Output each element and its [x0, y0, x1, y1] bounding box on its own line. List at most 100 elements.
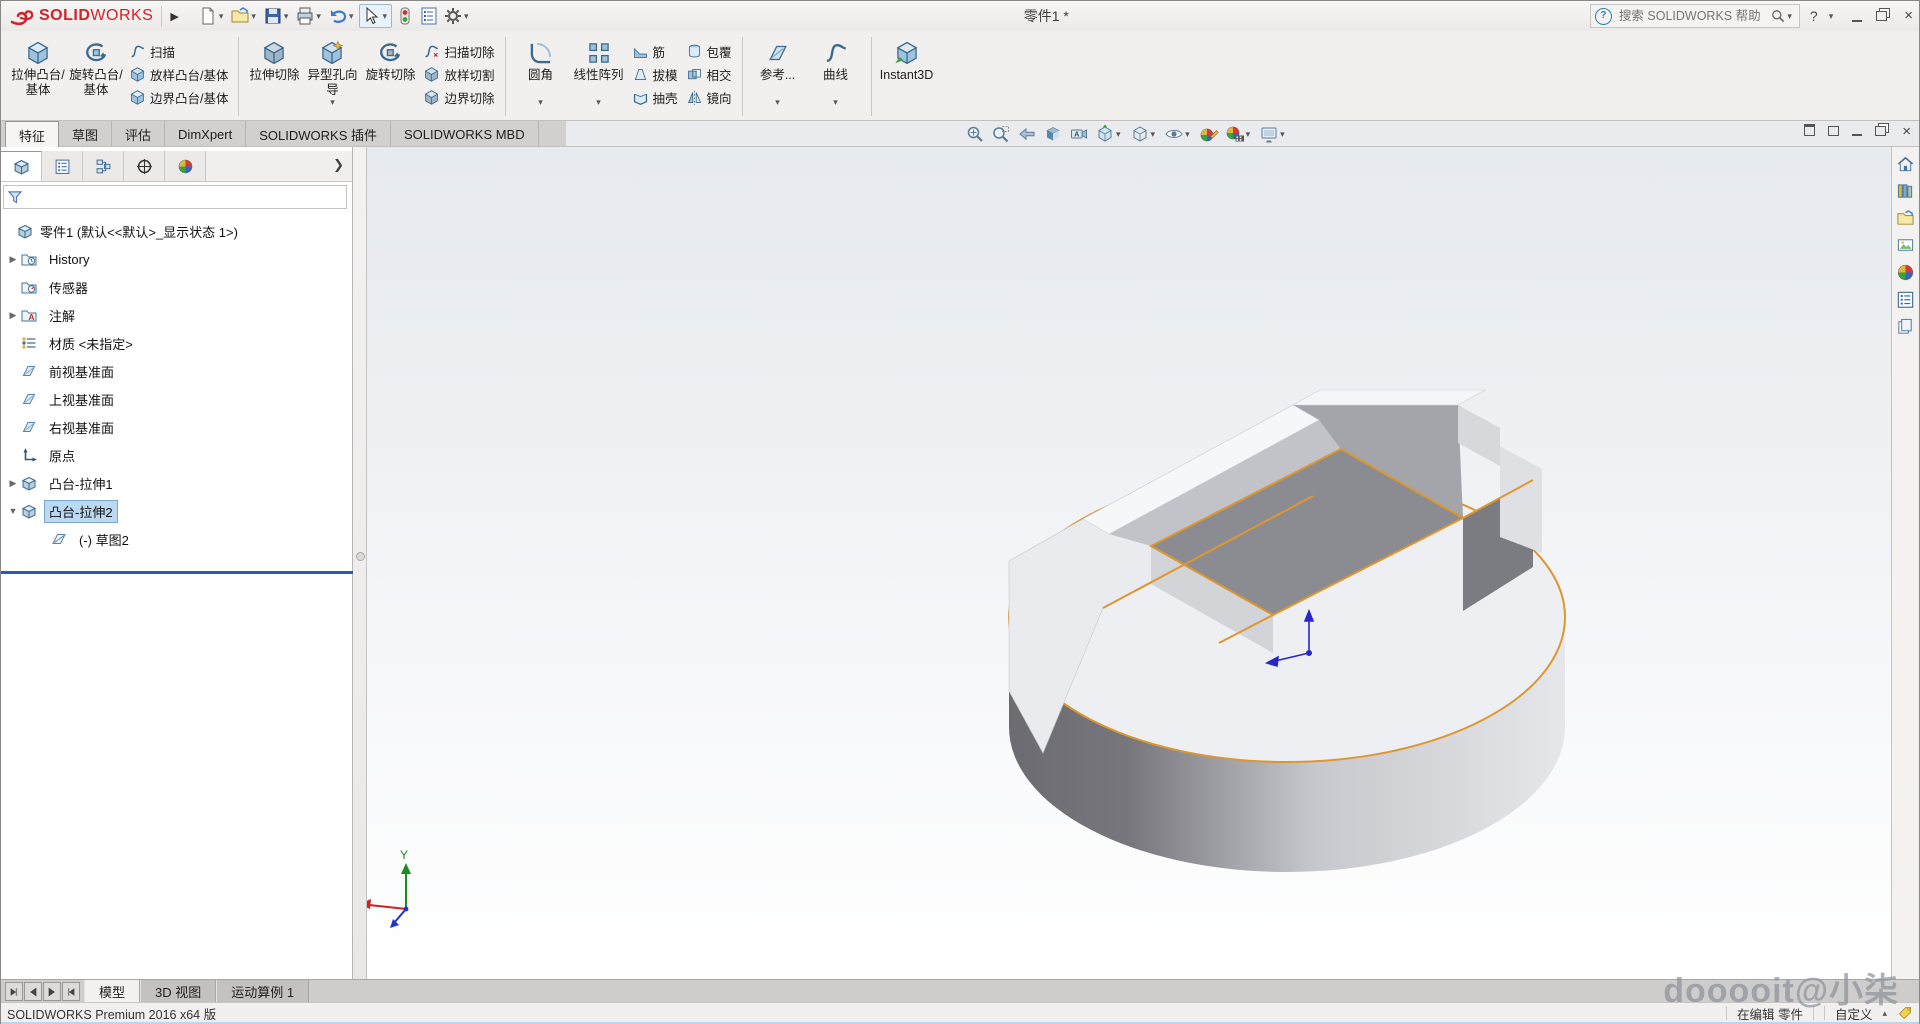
- tab-DimXpert[interactable]: DimXpert: [165, 121, 246, 147]
- hole-wizard-button[interactable]: 异型孔向导 ▾: [303, 36, 361, 108]
- tab-nav-last-button[interactable]: [62, 982, 80, 1001]
- help-dropdown[interactable]: ▾: [1829, 11, 1834, 22]
- mirror-button[interactable]: 镜向: [682, 86, 736, 108]
- curves-dropdown-arrow[interactable]: ▾: [833, 98, 838, 108]
- document-tab-模型[interactable]: 模型: [84, 980, 140, 1003]
- zoom-to-fit-button[interactable]: [963, 123, 987, 145]
- display-style-dropdown-arrow[interactable]: ▾: [1151, 129, 1156, 140]
- open-document-button[interactable]: ▾: [229, 4, 260, 28]
- featuremanager-tab[interactable]: [1, 151, 42, 181]
- configurationmanager-tab[interactable]: [83, 151, 124, 181]
- fillet-button[interactable]: 圆角 ▾: [512, 36, 570, 108]
- dynamic-annotation-views-button[interactable]: A: [1067, 123, 1091, 145]
- forum-tab[interactable]: [1894, 315, 1918, 337]
- hide-show-items-dropdown-arrow[interactable]: ▾: [1185, 129, 1190, 140]
- rebuild-button[interactable]: [394, 4, 416, 28]
- instant3d-button[interactable]: Instant3D: [878, 36, 936, 108]
- intersect-button[interactable]: 相交: [682, 63, 736, 85]
- panel-expand-arrow[interactable]: ❯: [333, 157, 344, 173]
- splitter-handle[interactable]: [356, 552, 365, 561]
- appearances-scenes-tab[interactable]: [1894, 261, 1918, 283]
- select-dropdown-arrow[interactable]: ▾: [382, 11, 387, 22]
- linear-pattern-dropdown-arrow[interactable]: ▾: [596, 98, 601, 108]
- options-dropdown-arrow[interactable]: ▾: [464, 11, 469, 22]
- tab-草图[interactable]: 草图: [59, 121, 112, 147]
- custom-properties-tab[interactable]: [1894, 288, 1918, 310]
- boss-right-step-face-2[interactable]: [1500, 446, 1542, 553]
- hole-wizard-dropdown-arrow[interactable]: ▾: [330, 98, 335, 108]
- shell-button[interactable]: 抽壳: [628, 86, 682, 108]
- tab-评估[interactable]: 评估: [112, 121, 165, 147]
- view-orientation-dropdown-arrow[interactable]: ▾: [1116, 129, 1121, 140]
- open-document-dropdown-arrow[interactable]: ▾: [251, 11, 256, 22]
- save-dropdown-arrow[interactable]: ▾: [284, 11, 289, 22]
- new-document-button[interactable]: ▾: [197, 4, 228, 28]
- tree-expand-arrow[interactable]: ▼: [5, 506, 21, 516]
- file-properties-button[interactable]: [418, 4, 440, 28]
- swept-cut-button[interactable]: 扫描切除: [419, 40, 498, 62]
- tile-window-icon[interactable]: [1804, 124, 1815, 139]
- print-dropdown-arrow[interactable]: ▾: [316, 11, 321, 22]
- undo-dropdown-arrow[interactable]: ▾: [349, 11, 354, 22]
- apply-scene-button[interactable]: ▾: [1223, 123, 1256, 145]
- apply-scene-dropdown-arrow[interactable]: ▾: [1246, 129, 1251, 140]
- tree-item-前视基准面[interactable]: 前视基准面: [1, 357, 352, 385]
- tab-SOLIDWORKS 插件[interactable]: SOLIDWORKS 插件: [246, 121, 391, 147]
- edit-appearance-button[interactable]: [1197, 123, 1221, 145]
- select-button[interactable]: ▾: [359, 4, 392, 28]
- close-document-icon[interactable]: ×: [1902, 124, 1911, 139]
- tree-item-注解[interactable]: ▶ A 注解: [1, 301, 352, 329]
- tree-item-上视基准面[interactable]: 上视基准面: [1, 385, 352, 413]
- previous-view-button[interactable]: [1015, 123, 1039, 145]
- help-menu[interactable]: ?: [1810, 8, 1818, 24]
- search-box[interactable]: ? ▾: [1590, 4, 1800, 28]
- restore-window-icon[interactable]: [1876, 11, 1887, 21]
- lofted-cut-button[interactable]: 放样切割: [419, 63, 498, 85]
- tree-item-原点[interactable]: 原点: [1, 441, 352, 469]
- tree-expand-arrow[interactable]: ▶: [5, 254, 21, 265]
- view-orientation-button[interactable]: ▾: [1093, 123, 1126, 145]
- tab-nav-previous-button[interactable]: [24, 982, 42, 1001]
- tree-item--草图2[interactable]: (-) 草图2: [1, 525, 352, 553]
- boss-right-step-face-1[interactable]: [1458, 405, 1500, 466]
- extruded-cut-button[interactable]: 拉伸切除: [245, 36, 303, 108]
- tab-nav-next-button[interactable]: [43, 982, 61, 1001]
- wrap-button[interactable]: 包覆: [682, 40, 736, 62]
- new-document-dropdown-arrow[interactable]: ▾: [219, 11, 224, 22]
- dimxpertmanager-tab[interactable]: [124, 151, 165, 181]
- section-view-button[interactable]: [1041, 123, 1065, 145]
- linear-pattern-button[interactable]: 线性阵列 ▾: [570, 36, 628, 108]
- save-button[interactable]: ▾: [262, 4, 293, 28]
- solidworks-resources-tab[interactable]: [1894, 153, 1918, 175]
- tab-nav-first-button[interactable]: [5, 982, 23, 1001]
- draft-button[interactable]: 拔模: [628, 63, 682, 85]
- extruded-boss-base-button[interactable]: 拉伸凸台/基体: [9, 36, 67, 108]
- display-style-button[interactable]: ▾: [1128, 123, 1161, 145]
- fillet-dropdown-arrow[interactable]: ▾: [538, 98, 543, 108]
- tree-expand-arrow[interactable]: ▶: [5, 310, 21, 321]
- tab-特征[interactable]: 特征: [5, 121, 59, 148]
- view-settings-dropdown-arrow[interactable]: ▾: [1280, 129, 1285, 140]
- revolved-cut-button[interactable]: 旋转切除: [361, 36, 419, 108]
- revolved-boss-base-button[interactable]: 旋转凸台/基体: [67, 36, 125, 108]
- tab-SOLIDWORKS MBD[interactable]: SOLIDWORKS MBD: [391, 121, 539, 147]
- print-button[interactable]: ▾: [294, 4, 325, 28]
- toolbar-flyout-arrow[interactable]: ▶: [161, 6, 186, 27]
- view-palette-tab[interactable]: [1894, 234, 1918, 256]
- tree-item-传感器[interactable]: 传感器: [1, 273, 352, 301]
- swept-boss-base-button[interactable]: 扫描: [125, 40, 232, 62]
- document-tab-3D 视图[interactable]: 3D 视图: [140, 980, 216, 1003]
- tree-item-History[interactable]: ▶ History: [1, 245, 352, 273]
- tree-item-材质未指定[interactable]: 材质 <未指定>: [1, 329, 352, 357]
- status-custom-dropdown[interactable]: 自定义: [1835, 1004, 1873, 1023]
- minimize-window-icon[interactable]: [1852, 11, 1862, 22]
- tag-icon[interactable]: [1897, 1005, 1913, 1021]
- search-icon[interactable]: [1770, 8, 1786, 24]
- zoom-to-area-button[interactable]: [989, 123, 1013, 145]
- reference-geometry-button[interactable]: 参考... ▾: [749, 36, 807, 108]
- file-explorer-tab[interactable]: [1894, 207, 1918, 229]
- boundary-boss-base-button[interactable]: 边界凸台/基体: [125, 86, 232, 108]
- custom-dropdown-arrow[interactable]: ▴: [1882, 1008, 1887, 1019]
- boss-back-slab-top-face[interactable]: [1293, 390, 1485, 405]
- panel-splitter[interactable]: [353, 147, 367, 979]
